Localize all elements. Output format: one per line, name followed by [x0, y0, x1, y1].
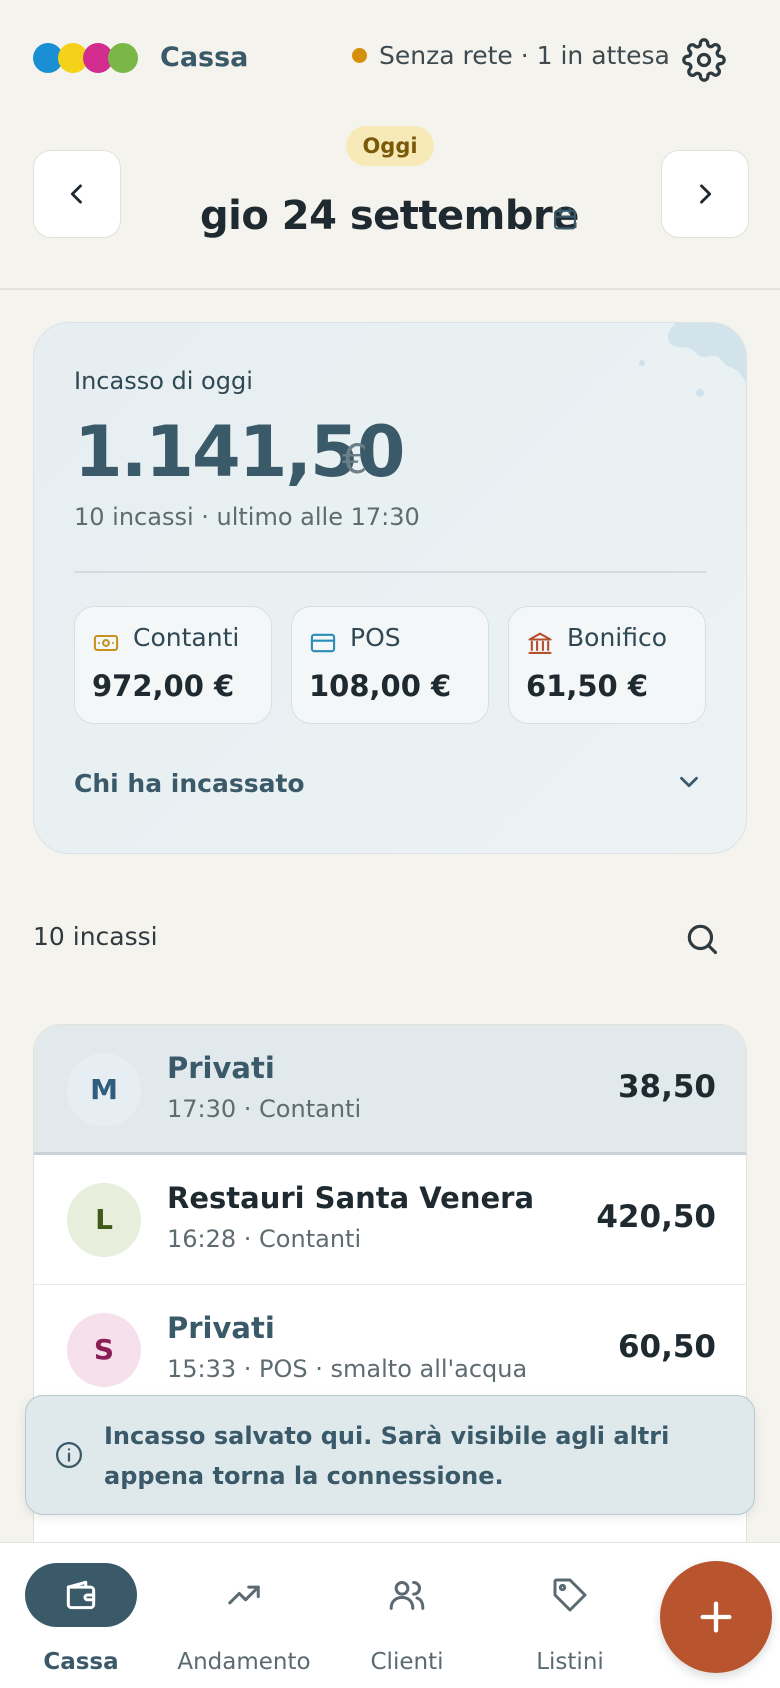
tab-clienti[interactable]: Clienti: [332, 1543, 482, 1688]
tab-cassa[interactable]: Cassa: [6, 1543, 156, 1688]
payment-method-label: POS: [350, 623, 401, 652]
tab-pill: [351, 1563, 463, 1627]
payment-method-value: 972,00 €: [92, 669, 235, 703]
currency-symbol: €: [342, 437, 368, 483]
connection-status[interactable]: Senza rete · 1 in attesa: [352, 41, 670, 70]
add-receipt-button[interactable]: [660, 1561, 772, 1673]
list-item-name: Restauri Santa Venera: [167, 1181, 535, 1215]
avatar: L: [67, 1183, 141, 1257]
trend-icon: [228, 1585, 260, 1605]
list-item-meta: 15:33 · POS · smalto all'acqua: [167, 1355, 528, 1383]
payment-method-label: Bonifico: [567, 623, 668, 652]
today-badge[interactable]: Oggi: [346, 126, 434, 166]
calendar-icon: [554, 207, 576, 230]
next-day-button[interactable]: [661, 150, 749, 238]
app-name: Cassa: [160, 42, 249, 73]
card-icon: [310, 633, 336, 653]
payment-method-cash[interactable]: Contanti 972,00 €: [74, 606, 272, 724]
list-item-amount: 38,50: [617, 1069, 716, 1105]
list-item-name: Privati: [167, 1311, 275, 1345]
tab-label: Clienti: [370, 1649, 444, 1675]
payment-method-transfer[interactable]: Bonifico 61,50 €: [508, 606, 706, 724]
bank-icon: [528, 632, 552, 654]
app-logo: [33, 43, 138, 73]
avatar: S: [67, 1313, 141, 1387]
status-dot: [352, 48, 367, 63]
list-item-meta: 17:30 · Contanti: [167, 1095, 362, 1123]
list-item[interactable]: M Privati 17:30 · Contanti 38,50: [34, 1025, 746, 1155]
paint-splash-decoration: [639, 323, 746, 397]
search-button[interactable]: [683, 920, 721, 962]
users-icon: [389, 1581, 425, 1610]
payment-method-pos[interactable]: POS 108,00 €: [291, 606, 489, 724]
avatar: M: [67, 1053, 141, 1127]
tag-icon: [553, 1578, 587, 1612]
chevron-right-icon: [700, 184, 712, 204]
summary-subtitle: 10 incassi · ultimo alle 17:30: [74, 503, 420, 531]
tab-label: Listini: [536, 1649, 604, 1675]
list-item-amount: 420,50: [596, 1199, 716, 1235]
tab-listini[interactable]: Listini: [495, 1543, 645, 1688]
payment-method-label: Contanti: [133, 623, 240, 652]
tab-label: Andamento: [177, 1649, 311, 1675]
search-icon: [687, 924, 718, 955]
gear-icon: [682, 38, 726, 82]
info-icon: [56, 1442, 82, 1468]
cash-icon: [93, 634, 119, 652]
date-picker-button[interactable]: [551, 205, 579, 237]
tab-pill-active: [25, 1563, 137, 1627]
logo-dot-green: [108, 43, 138, 73]
list-item-meta: 16:28 · Contanti: [167, 1225, 362, 1253]
tab-pill: [188, 1563, 300, 1627]
offline-save-toast[interactable]: Incasso salvato qui. Sarà visibile agli …: [25, 1395, 755, 1515]
status-text: Senza rete · 1 in attesa: [379, 41, 670, 70]
card-divider: [74, 571, 706, 573]
list-item-name: Privati: [167, 1051, 275, 1085]
toast-message: Incasso salvato qui. Sarà visibile agli …: [104, 1422, 670, 1490]
tab-label: Cassa: [43, 1649, 119, 1675]
receipts-count: 10 incassi: [33, 922, 158, 951]
daily-summary-card: Incasso di oggi 1.141,50 € 10 incassi · …: [33, 322, 747, 854]
wallet-icon: [66, 1580, 96, 1610]
list-item-amount: 60,50: [617, 1329, 716, 1365]
tab-pill: [514, 1563, 626, 1627]
who-collected-toggle[interactable]: Chi ha incassato: [74, 769, 305, 798]
chevron-down-icon[interactable]: [674, 767, 704, 797]
payment-method-value: 61,50 €: [526, 669, 649, 703]
summary-label: Incasso di oggi: [74, 367, 253, 395]
date-label[interactable]: gio 24 settembre: [200, 193, 579, 239]
settings-button[interactable]: [682, 38, 726, 82]
prev-day-button[interactable]: [33, 150, 121, 238]
plus-icon: [700, 1601, 732, 1633]
list-item[interactable]: L Restauri Santa Venera 16:28 · Contanti…: [34, 1155, 746, 1285]
chevron-left-icon: [70, 184, 82, 204]
header-divider: [0, 288, 780, 290]
payment-method-value: 108,00 €: [309, 669, 452, 703]
tab-andamento[interactable]: Andamento: [169, 1543, 319, 1688]
